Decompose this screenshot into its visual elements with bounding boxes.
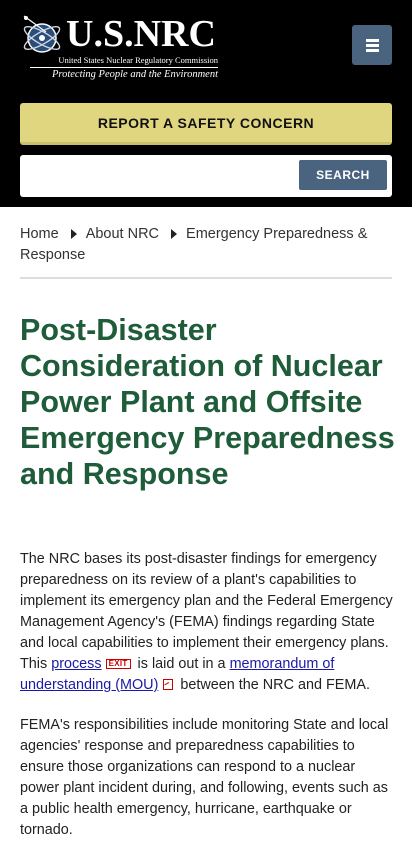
- logo-tagline: Protecting People and the Environment: [51, 69, 218, 80]
- paragraph-text: is laid out in a: [133, 656, 230, 672]
- search-button[interactable]: SEARCH: [299, 160, 387, 190]
- caret-right-icon: [70, 229, 77, 239]
- main-content: The NRC bases its post-disaster findings…: [20, 549, 396, 860]
- hamburger-menu-icon: [365, 43, 379, 47]
- menu-button[interactable]: [352, 25, 392, 65]
- fema-paragraph: FEMA's responsibilities include monitori…: [20, 717, 389, 838]
- paragraph-text: between the NRC and FEMA.: [176, 677, 370, 693]
- nrc-logo[interactable]: U.S.NRC United States Nuclear Regulatory…: [18, 12, 218, 84]
- pdf-icon: [163, 679, 174, 690]
- page-title: Post-Disaster Consideration of Nuclear P…: [20, 313, 395, 491]
- search-input[interactable]: [26, 161, 298, 193]
- breadcrumb: Home About NRC Emergency Preparedness & Re…: [20, 224, 392, 279]
- exit-icon: EXIT: [105, 659, 131, 669]
- hamburger-menu-icon: [365, 38, 379, 42]
- site-header: U.S.NRC United States Nuclear Regulatory…: [0, 0, 412, 207]
- paragraph-text: The NRC bases its post-disaster findings…: [20, 551, 393, 672]
- hamburger-menu-icon: [365, 48, 379, 52]
- search-bar: SEARCH: [20, 155, 392, 197]
- breadcrumb-home[interactable]: Home: [20, 226, 59, 242]
- process-link[interactable]: process: [51, 656, 101, 672]
- intro-paragraph: The NRC bases its post-disaster findings…: [20, 549, 396, 696]
- breadcrumb-about-nrc[interactable]: About NRC: [86, 226, 159, 242]
- logo-subtitle: United States Nuclear Regulatory Commiss…: [30, 55, 218, 68]
- logo-title: U.S.NRC: [66, 13, 216, 55]
- caret-right-icon: [171, 229, 178, 239]
- report-safety-concern-button[interactable]: REPORT A SAFETY CONCERN: [20, 103, 392, 145]
